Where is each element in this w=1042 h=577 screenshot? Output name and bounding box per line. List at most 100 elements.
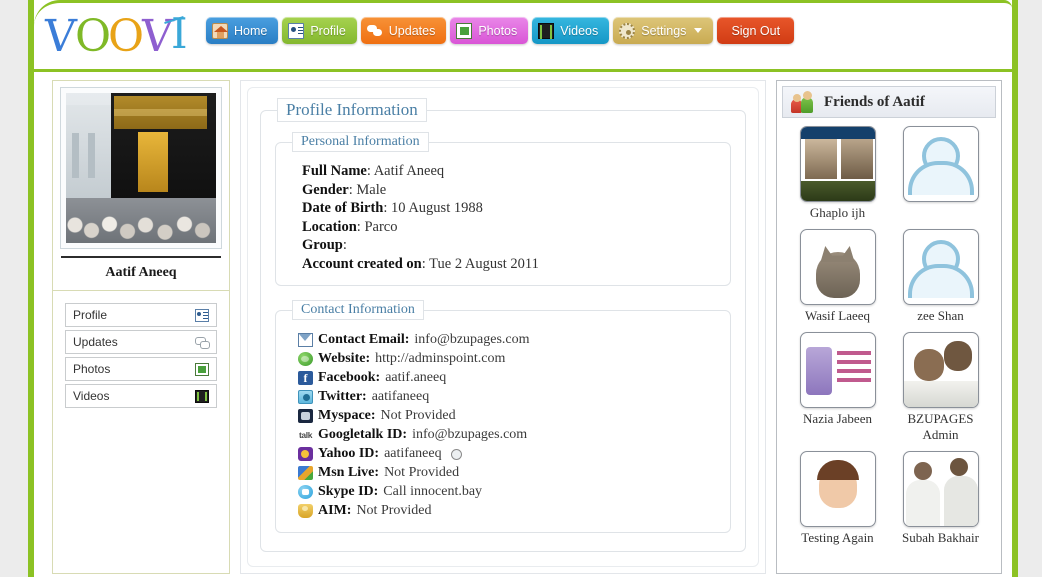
sidebar-item-updates[interactable]: Updates (65, 330, 217, 354)
contact-label: Twitter: (318, 389, 367, 404)
friend-item[interactable]: Subah Bakhair (891, 451, 990, 552)
sidebar-item-videos[interactable]: Videos (65, 384, 217, 408)
contact-row-yahoo: Yahoo ID: aatifaneeq (290, 444, 716, 463)
personal-information-legend: Personal Information (292, 132, 429, 152)
nav-item-photos[interactable]: Photos (450, 17, 529, 44)
logo-letter-5: I (171, 9, 188, 58)
chevron-down-icon (694, 28, 703, 33)
mail-icon (298, 332, 313, 347)
skype-icon (298, 484, 313, 499)
friends-header: Friends of Aatif (782, 86, 996, 118)
page-frame: V O O V I Home Profile Updates Photos Vi… (28, 0, 1018, 577)
nav-label-home: Home (234, 23, 268, 38)
friend-avatar[interactable] (902, 332, 979, 408)
contact-label: Msn Live: (318, 465, 380, 480)
nav-label-profile: Profile (310, 23, 346, 38)
main-content: Profile Information Personal Information… (240, 80, 766, 574)
contact-information-legend: Contact Information (292, 300, 424, 320)
field-value: Aatif Aneeq (373, 163, 445, 179)
googletalk-icon: talk (298, 429, 313, 440)
friend-avatar[interactable] (799, 451, 876, 527)
personal-field-date-of-birth: Date of Birth: 10 August 1988 (302, 200, 483, 216)
contact-row-facebook: f Facebook: aatif.aneeq (290, 368, 716, 387)
sidebar-item-photos[interactable]: Photos (65, 357, 217, 381)
nav-label-photos: Photos (478, 23, 518, 38)
site-logo[interactable]: V O O V I (42, 9, 192, 67)
nav-item-videos[interactable]: Videos (532, 17, 610, 44)
friend-item[interactable] (891, 126, 990, 227)
contact-row-skype: Skype ID: Call innocent.bay (290, 482, 716, 501)
right-sidebar: Friends of Aatif Ghaplo ijh Wasif Laeeq (776, 80, 1002, 574)
sidebar-label-profile: Profile (73, 308, 108, 322)
nav-item-profile[interactable]: Profile (282, 17, 357, 44)
friend-name: Nazia Jabeen (803, 411, 872, 426)
contact-label: Myspace: (318, 408, 376, 423)
friend-avatar[interactable] (799, 332, 876, 408)
profile-photo-frame (60, 87, 222, 249)
photo-icon (195, 362, 209, 376)
facebook-icon: f (298, 370, 313, 385)
field-label: Group (302, 237, 343, 253)
nav-item-settings[interactable]: Settings (613, 17, 714, 44)
profile-name: Aatif Aneeq (53, 258, 229, 291)
nav-label-videos: Videos (560, 23, 599, 38)
contact-value: Call innocent.bay (383, 484, 483, 499)
nav-label-settings: Settings (641, 23, 687, 38)
friend-item[interactable]: Wasif Laeeq (788, 229, 887, 330)
friend-avatar[interactable] (799, 229, 876, 305)
field-label: Account created on (302, 255, 422, 272)
personal-field-location: Location: Parco (302, 218, 398, 235)
myspace-icon (298, 408, 313, 423)
field-label: Date of Birth (302, 200, 384, 216)
nav-item-updates[interactable]: Updates (360, 17, 447, 44)
contact-value: aatif.aneeq (385, 370, 447, 385)
friend-avatar[interactable] (799, 126, 876, 202)
contact-row-msn: Msn Live: Not Provided (290, 463, 716, 482)
globe-icon (298, 351, 313, 366)
main-content-inner: Profile Information Personal Information… (247, 87, 759, 567)
card-icon (288, 22, 305, 39)
contact-row-myspace: Myspace: Not Provided (290, 406, 716, 425)
field-value: Male (356, 181, 387, 198)
field-value: Tue 2 August 2011 (429, 255, 539, 272)
contact-value[interactable]: http://adminspoint.com (375, 349, 505, 368)
friend-name: Ghaplo ijh (809, 205, 866, 220)
nav-item-sign-out[interactable]: Sign Out (717, 17, 795, 44)
card-icon (195, 308, 209, 322)
friends-grid: Ghaplo ijh Wasif Laeeq zee Shan Nazia Ja… (782, 118, 996, 558)
nav-item-home[interactable]: Home (206, 17, 279, 44)
nav-label-updates: Updates (388, 23, 436, 38)
friend-name: Testing Again (801, 530, 874, 545)
friend-avatar[interactable] (902, 451, 979, 527)
site-header: V O O V I Home Profile Updates Photos Vi… (34, 0, 1012, 72)
friend-name: Wasif Laeeq (805, 308, 870, 323)
personal-field-account-created: Account created on: Tue 2 August 2011 (302, 255, 539, 272)
friend-item[interactable]: BZUPAGES Admin (891, 332, 990, 449)
two-people-icon (791, 91, 815, 113)
bubbles-icon (366, 23, 383, 39)
friend-avatar-placeholder-icon[interactable] (902, 126, 979, 202)
contact-label: AIM: (318, 503, 352, 518)
contact-label: Website: (318, 351, 371, 366)
logo-letter-2: O (75, 11, 112, 62)
field-value: 10 August 1988 (391, 200, 483, 216)
friend-item[interactable]: Ghaplo ijh (788, 126, 887, 227)
nav-label-sign-out: Sign Out (731, 23, 781, 38)
sidebar-label-updates: Updates (73, 335, 118, 349)
page-body: Aatif Aneeq Profile Updates Photos Video… (34, 72, 1012, 574)
sidebar-item-profile[interactable]: Profile (65, 303, 217, 327)
contact-value: Not Provided (384, 465, 460, 480)
aim-icon (298, 503, 313, 518)
friend-item[interactable]: zee Shan (891, 229, 990, 330)
logo-letter-1: V (42, 11, 78, 62)
film-icon (195, 389, 209, 403)
friend-item[interactable]: Testing Again (788, 451, 887, 552)
msn-icon (298, 465, 313, 480)
friends-title: Friends of Aatif (824, 93, 925, 110)
friend-name: zee Shan (917, 308, 964, 323)
friend-item[interactable]: Nazia Jabeen (788, 332, 887, 449)
yahoo-icon (298, 446, 313, 461)
main-navigation: Home Profile Updates Photos Videos Setti (206, 17, 795, 44)
sidebar-menu: Profile Updates Photos Videos (53, 291, 229, 425)
friend-avatar-placeholder-icon[interactable] (902, 229, 979, 305)
